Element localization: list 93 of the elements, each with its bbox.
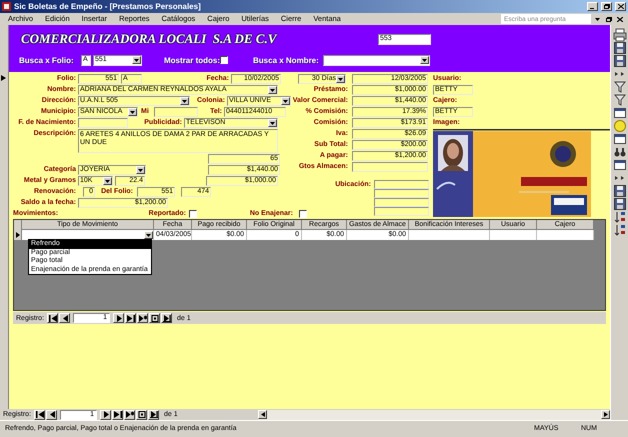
first-record-icon	[36, 411, 44, 418]
caret-icon	[134, 58, 139, 62]
end-record-button[interactable]	[148, 410, 160, 420]
checkbox[interactable]	[220, 56, 228, 64]
last-record-button[interactable]	[112, 410, 124, 420]
close-icon	[618, 4, 624, 9]
toolbar-button[interactable]	[612, 132, 628, 145]
last-record-icon	[126, 314, 135, 322]
last-record-button[interactable]	[125, 313, 136, 323]
first-record-button[interactable]	[34, 410, 46, 420]
restore-button[interactable]	[604, 14, 613, 24]
caret-icon	[270, 122, 275, 124]
previous-record-icon	[48, 411, 56, 418]
caret-icon	[338, 78, 343, 80]
first-record-button[interactable]	[47, 313, 58, 323]
caret-icon	[283, 100, 288, 102]
first-record-icon	[48, 314, 57, 322]
toolbar-button[interactable]	[612, 54, 628, 67]
funnel-icon	[613, 92, 627, 106]
toolbar-button[interactable]	[612, 210, 628, 223]
checkbox[interactable]	[299, 210, 307, 218]
end-record-icon	[162, 314, 171, 322]
table-cell	[490, 230, 537, 240]
scroll-right-icon	[604, 412, 608, 417]
window-title: Sic Boletas de Empeño - [Prestamos Personales]	[14, 1, 202, 13]
toolbar-button[interactable]	[612, 41, 628, 54]
previous-record-button[interactable]	[46, 410, 58, 420]
show-all-label: Mostrar todos:	[164, 56, 220, 64]
toolbar-button[interactable]	[612, 28, 628, 41]
row-selector[interactable]	[14, 230, 22, 240]
app-icon	[2, 2, 11, 11]
checkbox[interactable]	[189, 210, 197, 218]
toolbar-button[interactable]	[612, 93, 628, 106]
caret-icon	[422, 58, 427, 62]
search-label: Busca x Nombre:	[253, 56, 320, 64]
table-cell	[537, 230, 594, 240]
toolbar-button[interactable]	[612, 197, 628, 210]
company-name: COMERCIALIZADORA LOCALI S.A DE C.V	[21, 31, 278, 47]
text-field[interactable]	[374, 189, 429, 198]
caret-icon	[130, 110, 135, 114]
restore-icon	[606, 16, 612, 22]
toolbar-button[interactable]	[612, 145, 628, 158]
restore-button[interactable]	[601, 2, 612, 11]
square-record-icon	[150, 314, 159, 322]
text-field[interactable]	[374, 207, 429, 216]
square-record-icon	[138, 411, 146, 418]
dropdown-field[interactable]	[22, 230, 154, 240]
text-field[interactable]	[78, 118, 128, 128]
horizontal-scrollbar[interactable]	[258, 410, 610, 420]
square-record-button[interactable]	[149, 313, 160, 323]
close-button[interactable]	[615, 14, 624, 24]
new-record-button[interactable]	[124, 410, 136, 420]
search-label: Busca x Folio:	[19, 56, 75, 64]
text-field[interactable]	[352, 162, 428, 172]
toolbar-button[interactable]	[612, 158, 628, 171]
caret-icon	[146, 234, 151, 236]
restore-icon	[604, 4, 610, 9]
scroll-left-icon	[260, 412, 264, 417]
caret-icon	[595, 18, 600, 20]
caret-icon	[270, 88, 275, 92]
new-record-icon	[138, 314, 147, 322]
next-record-icon	[102, 411, 110, 418]
record-pointer-icon	[16, 232, 20, 238]
caret-icon	[138, 168, 143, 172]
close-icon	[616, 16, 622, 22]
toolbar-button[interactable]	[612, 184, 628, 197]
next-record-button[interactable]	[100, 410, 112, 420]
text-field[interactable]	[374, 180, 429, 189]
new-record-button[interactable]	[137, 313, 148, 323]
minimize-button[interactable]	[587, 2, 598, 11]
toolbar-button[interactable]	[612, 80, 628, 93]
toolbar-button[interactable]	[612, 106, 628, 119]
square-record-button[interactable]	[136, 410, 148, 420]
end-record-button[interactable]	[161, 313, 172, 323]
end-record-icon	[150, 411, 158, 418]
next-record-icon	[114, 314, 123, 322]
sort-icon	[613, 222, 627, 236]
toolbar-button[interactable]	[612, 223, 628, 236]
text-field[interactable]	[154, 107, 198, 117]
name-dropdown[interactable]	[323, 54, 430, 66]
caret-icon	[105, 180, 110, 182]
last-record-icon	[114, 411, 122, 418]
text-field[interactable]	[374, 198, 429, 207]
record-pointer-icon	[1, 75, 6, 81]
next-record-button[interactable]	[113, 313, 124, 323]
previous-record-icon	[60, 314, 69, 322]
smiley-icon	[613, 118, 627, 132]
previous-record-button[interactable]	[59, 313, 70, 323]
sort-icon	[613, 210, 627, 224]
new-record-icon	[126, 411, 134, 418]
close-button[interactable]	[615, 2, 626, 11]
funnel-icon	[613, 80, 627, 94]
caret-icon	[182, 100, 187, 102]
